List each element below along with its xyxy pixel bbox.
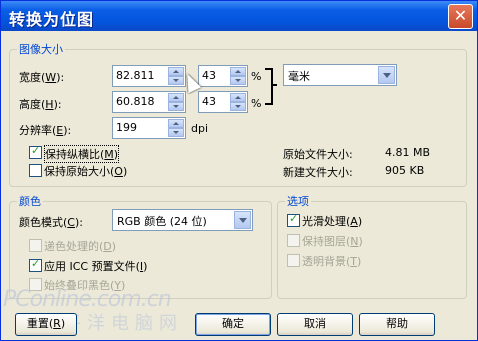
spin-up-icon[interactable] bbox=[230, 93, 246, 102]
spin-down-icon[interactable] bbox=[168, 102, 184, 111]
spin-down-icon[interactable] bbox=[230, 102, 246, 111]
unit-value: 毫米 bbox=[288, 70, 310, 83]
dialog-title: 转换为位图 bbox=[9, 10, 95, 29]
reset-button[interactable]: 重置(R) bbox=[15, 313, 77, 336]
resolution-label: 分辨率(E): bbox=[19, 124, 72, 137]
color-mode-value: RGB 颜色 (24 位) bbox=[117, 215, 207, 228]
spin-up-icon[interactable] bbox=[168, 67, 184, 76]
height-percent-input[interactable]: 43 bbox=[198, 91, 248, 113]
height-percent-value: 43 bbox=[202, 95, 216, 108]
icc-label[interactable]: 应用 ICC 预置文件(I) bbox=[44, 258, 147, 274]
keep-size-label[interactable]: 保持原始大小(O) bbox=[44, 163, 127, 179]
keep-size-checkbox[interactable] bbox=[29, 164, 42, 177]
transparent-checkbox bbox=[287, 254, 300, 267]
chevron-down-icon[interactable] bbox=[234, 211, 251, 229]
link-bracket-icon bbox=[265, 68, 277, 105]
convert-to-bitmap-dialog: 转换为位图 ✕ 图像大小 宽度(W): 82.811 43 % 高度(H): 6… bbox=[0, 0, 478, 341]
icc-checkbox[interactable] bbox=[29, 257, 42, 272]
width-percent-spinner[interactable] bbox=[230, 67, 246, 85]
width-percent-value: 43 bbox=[202, 69, 216, 82]
spin-up-icon[interactable] bbox=[168, 93, 184, 102]
color-legend: 颜色 bbox=[17, 193, 43, 209]
spin-up-icon[interactable] bbox=[168, 119, 184, 128]
new-size-value: 905 KB bbox=[385, 164, 425, 177]
ok-button[interactable]: 确定 bbox=[195, 313, 271, 336]
title-bar[interactable]: 转换为位图 ✕ bbox=[1, 1, 477, 31]
resolution-value: 199 bbox=[116, 121, 137, 134]
orig-size-label: 原始文件大小: bbox=[283, 148, 353, 161]
height-value: 60.818 bbox=[116, 95, 155, 108]
image-size-legend: 图像大小 bbox=[17, 41, 65, 57]
transparent-label: 透明背景(T) bbox=[302, 255, 362, 268]
keep-layers-label: 保持图层(N) bbox=[302, 235, 363, 248]
close-button[interactable]: ✕ bbox=[448, 4, 473, 29]
keep-layers-checkbox bbox=[287, 234, 300, 247]
resolution-spinner[interactable] bbox=[168, 119, 184, 137]
keep-ratio-label[interactable]: 保持纵横比(M) bbox=[44, 145, 120, 163]
height-percent-spinner[interactable] bbox=[230, 93, 246, 111]
width-value: 82.811 bbox=[116, 69, 155, 82]
smooth-checkbox[interactable] bbox=[287, 212, 300, 227]
height-label: 高度(H): bbox=[19, 98, 62, 111]
resolution-unit: dpi bbox=[191, 122, 209, 135]
height-percent-sign: % bbox=[251, 97, 262, 110]
dither-checkbox bbox=[29, 239, 42, 252]
spin-down-icon[interactable] bbox=[168, 128, 184, 137]
help-button[interactable]: 帮助 bbox=[359, 313, 435, 336]
width-input[interactable]: 82.811 bbox=[112, 65, 186, 87]
color-mode-label: 颜色模式(C): bbox=[19, 216, 83, 229]
height-input[interactable]: 60.818 bbox=[112, 91, 186, 113]
new-size-label: 新建文件大小: bbox=[283, 166, 353, 179]
options-legend: 选项 bbox=[285, 193, 311, 209]
color-mode-select[interactable]: RGB 颜色 (24 位) bbox=[112, 209, 253, 231]
unit-select[interactable]: 毫米 bbox=[283, 64, 397, 86]
width-percent-sign: % bbox=[251, 70, 262, 83]
chevron-down-icon[interactable] bbox=[378, 66, 395, 84]
orig-size-value: 4.81 MB bbox=[385, 146, 431, 159]
spin-down-icon[interactable] bbox=[230, 76, 246, 85]
width-label: 宽度(W): bbox=[19, 71, 65, 84]
resolution-input[interactable]: 199 bbox=[112, 117, 186, 139]
cancel-button[interactable]: 取消 bbox=[277, 313, 353, 336]
width-percent-input[interactable]: 43 bbox=[198, 65, 248, 87]
height-spinner[interactable] bbox=[168, 93, 184, 111]
keep-ratio-checkbox[interactable] bbox=[29, 144, 42, 159]
spin-up-icon[interactable] bbox=[230, 67, 246, 76]
dither-label: 递色处理的(D) bbox=[44, 240, 117, 253]
smooth-label[interactable]: 光滑处理(A) bbox=[302, 213, 362, 229]
